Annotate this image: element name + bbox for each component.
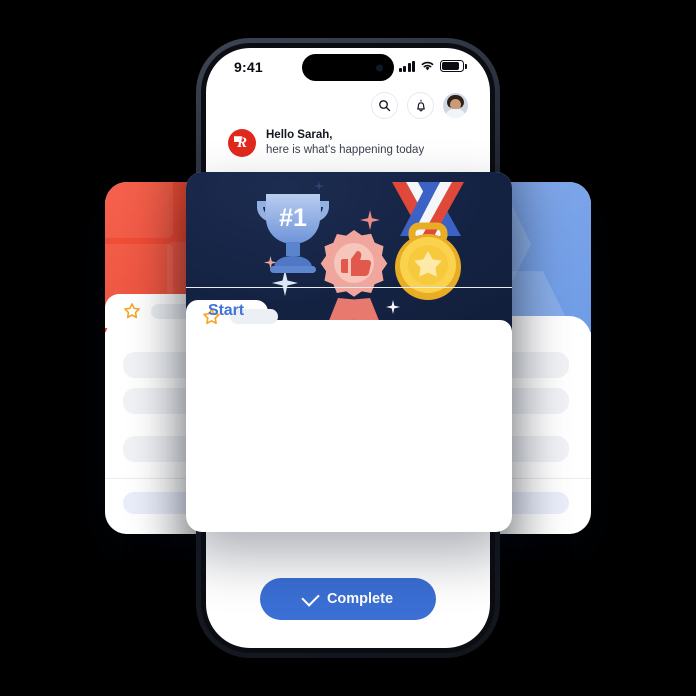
search-button[interactable] <box>371 92 398 119</box>
star-outline-icon <box>124 303 140 319</box>
greeting-title: Hello Sarah, <box>266 129 333 141</box>
trophy-rank-label: #1 <box>279 204 307 232</box>
complete-button[interactable]: Complete <box>260 578 436 620</box>
user-avatar[interactable] <box>443 93 468 118</box>
start-action-link[interactable]: Start <box>208 302 244 320</box>
complete-button-label: Complete <box>326 591 394 607</box>
status-bar: 9:41 <box>206 48 490 88</box>
monthly-bonus-card[interactable]: #1 Start <box>186 172 512 532</box>
cellular-signal-icon <box>398 60 415 72</box>
battery-icon <box>440 60 467 72</box>
star-medal-icon <box>392 182 464 300</box>
status-bar-time: 9:41 <box>234 59 263 75</box>
header-actions <box>371 92 468 119</box>
greeting-row: R Hello Sarah, here is what's happening … <box>228 128 424 158</box>
notification-bell-icon <box>416 99 425 112</box>
card-hero-illustration: #1 Start <box>186 172 512 332</box>
notifications-button[interactable] <box>407 92 434 119</box>
brand-logo-icon: R <box>228 129 256 158</box>
card-divider <box>186 287 512 288</box>
checkmark-icon <box>301 588 320 607</box>
greeting-subtitle: here is what's happening today <box>266 143 425 156</box>
dynamic-island <box>302 54 394 81</box>
search-icon <box>379 100 391 112</box>
wifi-icon <box>421 61 434 71</box>
scene: 9:41 R Hello Sarah, here is what's happe… <box>0 0 696 696</box>
card-sheet: MONTHLY BONUS Become a top seller in you… <box>186 287 512 332</box>
